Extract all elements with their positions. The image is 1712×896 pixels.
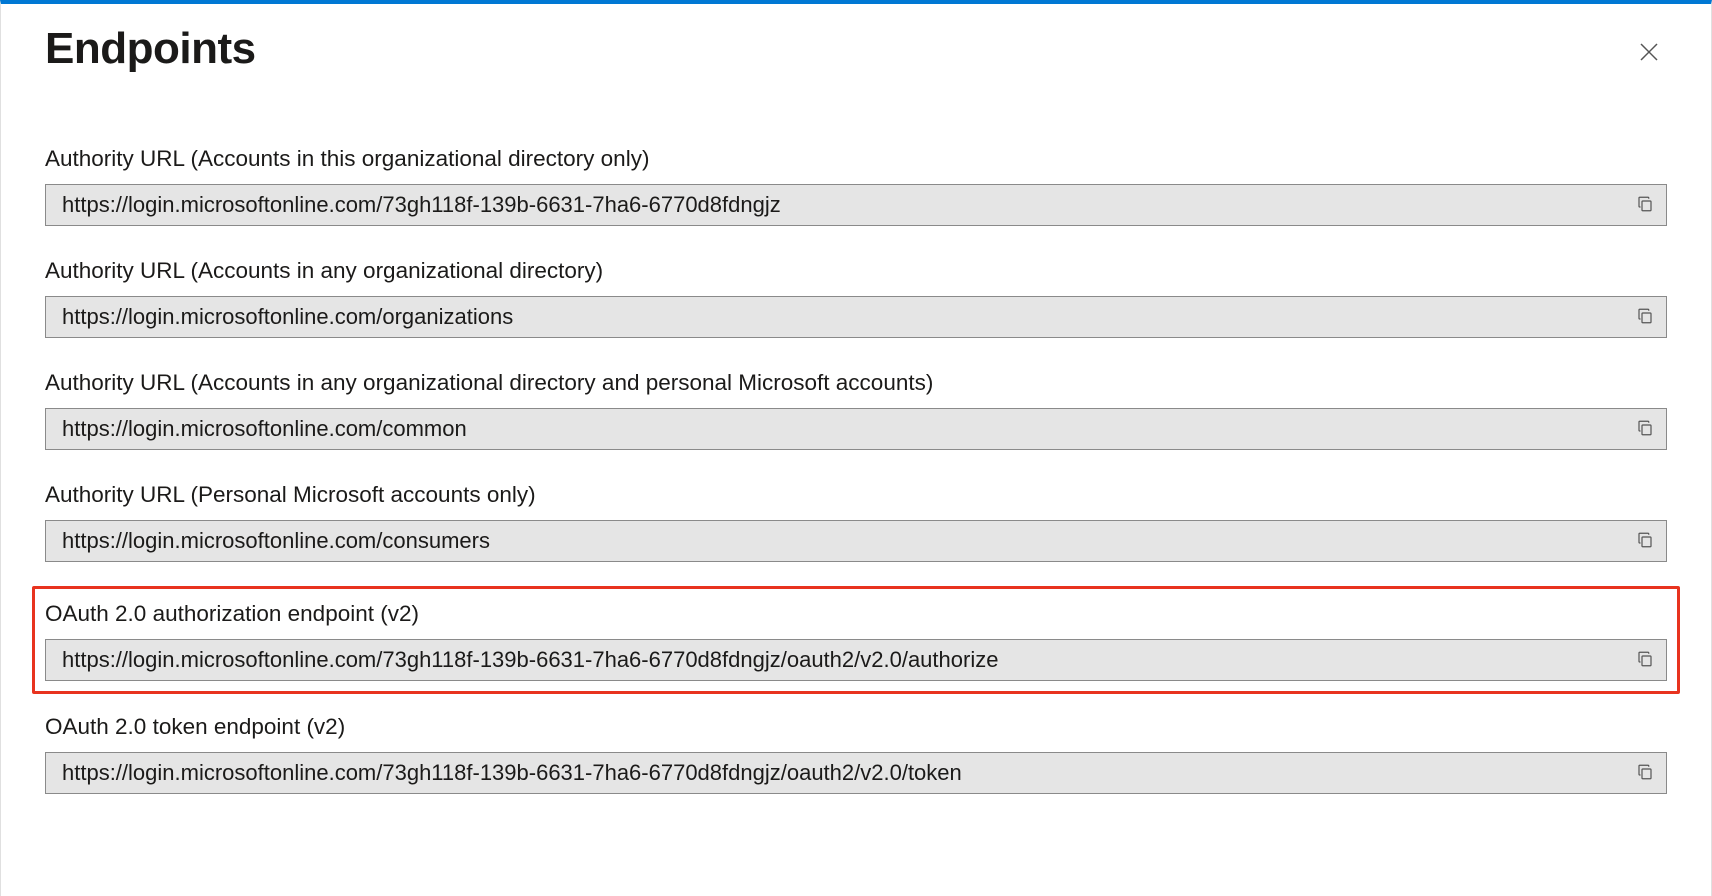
copy-button[interactable] — [1624, 753, 1666, 793]
panel-header: Endpoints — [45, 24, 1667, 74]
field-value[interactable]: https://login.microsoftonline.com/73gh11… — [46, 640, 1624, 680]
panel-title: Endpoints — [45, 24, 256, 74]
field-value-row: https://login.microsoftonline.com/73gh11… — [45, 752, 1667, 794]
copy-button[interactable] — [1624, 521, 1666, 561]
field-value-row: https://login.microsoftonline.com/common — [45, 408, 1667, 450]
field-value-row: https://login.microsoftonline.com/consum… — [45, 520, 1667, 562]
copy-button[interactable] — [1624, 185, 1666, 225]
copy-icon — [1636, 419, 1654, 440]
field-label: Authority URL (Accounts in any organizat… — [45, 370, 1667, 396]
field-value[interactable]: https://login.microsoftonline.com/consum… — [46, 521, 1624, 561]
copy-icon — [1636, 531, 1654, 552]
copy-button[interactable] — [1624, 297, 1666, 337]
copy-icon — [1636, 650, 1654, 671]
copy-button[interactable] — [1624, 640, 1666, 680]
endpoint-field-0: Authority URL (Accounts in this organiza… — [45, 146, 1667, 226]
field-value[interactable]: https://login.microsoftonline.com/73gh11… — [46, 185, 1624, 225]
endpoint-field-5: OAuth 2.0 token endpoint (v2) https://log… — [45, 714, 1667, 794]
field-label: OAuth 2.0 authorization endpoint (v2) — [45, 601, 1667, 627]
endpoints-panel: Endpoints Authority URL (Accounts in thi… — [1, 4, 1711, 896]
endpoint-field-4: OAuth 2.0 authorization endpoint (v2) htt… — [32, 586, 1680, 694]
field-value[interactable]: https://login.microsoftonline.com/73gh11… — [46, 753, 1624, 793]
copy-icon — [1636, 195, 1654, 216]
copy-button[interactable] — [1624, 409, 1666, 449]
close-icon — [1637, 40, 1661, 64]
field-label: Authority URL (Accounts in this organiza… — [45, 146, 1667, 172]
endpoint-field-1: Authority URL (Accounts in any organizat… — [45, 258, 1667, 338]
copy-icon — [1636, 763, 1654, 784]
field-value-row: https://login.microsoftonline.com/organi… — [45, 296, 1667, 338]
field-label: Authority URL (Accounts in any organizat… — [45, 258, 1667, 284]
field-value[interactable]: https://login.microsoftonline.com/common — [46, 409, 1624, 449]
field-value-row: https://login.microsoftonline.com/73gh11… — [45, 639, 1667, 681]
endpoint-field-2: Authority URL (Accounts in any organizat… — [45, 370, 1667, 450]
fields-container: Authority URL (Accounts in this organiza… — [45, 146, 1667, 794]
field-label: OAuth 2.0 token endpoint (v2) — [45, 714, 1667, 740]
field-label: Authority URL (Personal Microsoft accoun… — [45, 482, 1667, 508]
copy-icon — [1636, 307, 1654, 328]
field-value-row: https://login.microsoftonline.com/73gh11… — [45, 184, 1667, 226]
endpoint-field-3: Authority URL (Personal Microsoft accoun… — [45, 482, 1667, 562]
field-value[interactable]: https://login.microsoftonline.com/organi… — [46, 297, 1624, 337]
close-button[interactable] — [1631, 34, 1667, 70]
